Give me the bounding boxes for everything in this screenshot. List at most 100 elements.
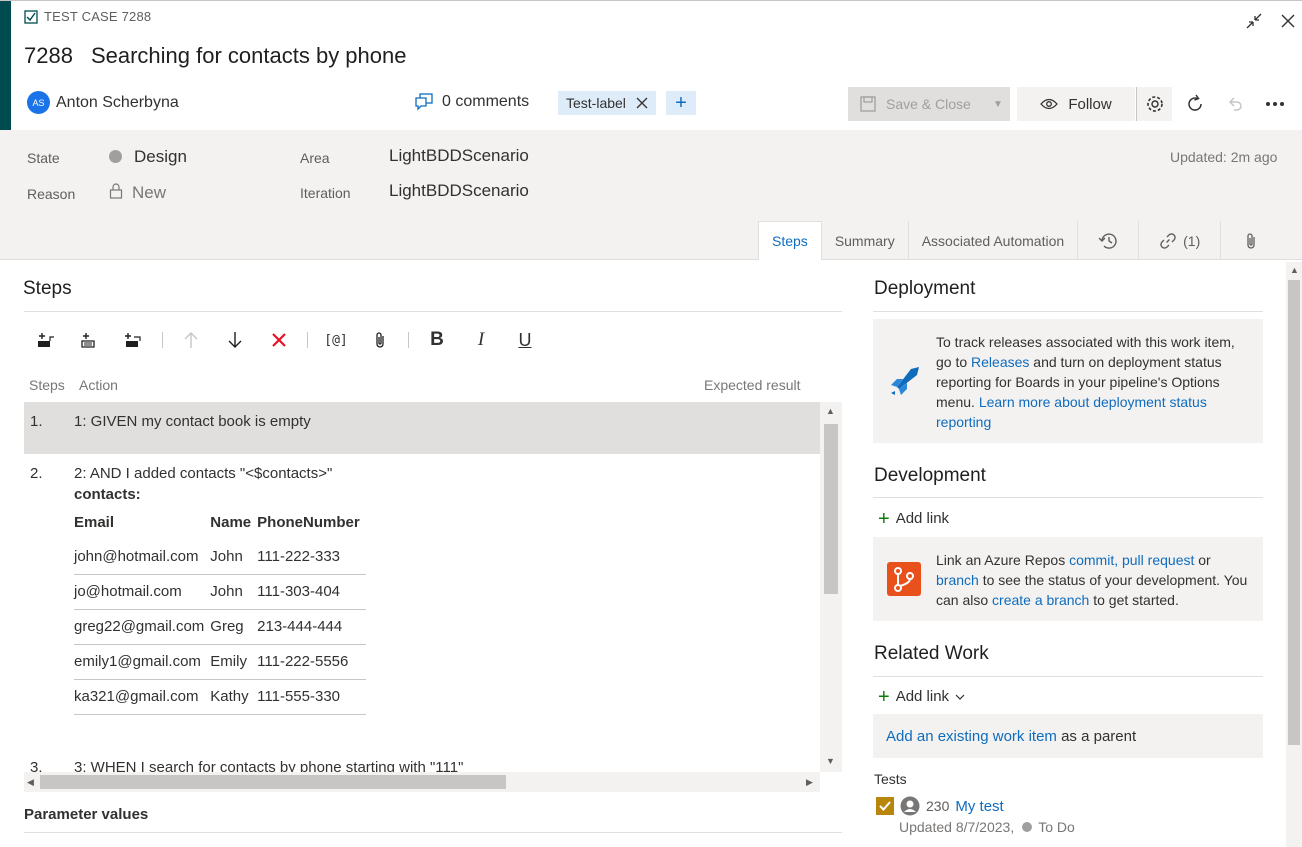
tab-links[interactable]: (1)	[1139, 221, 1222, 260]
scroll-left-icon[interactable]: ◀	[27, 777, 34, 788]
chevron-down-icon[interactable]: ▼	[986, 99, 1010, 110]
steps-grid: 1. 1: GIVEN my contact book is empty 2. …	[24, 402, 842, 792]
step-action[interactable]: 1: GIVEN my contact book is empty	[74, 413, 311, 430]
save-close-button[interactable]: Save & Close ▼	[848, 87, 1010, 121]
scroll-down-icon[interactable]: ▼	[826, 756, 835, 766]
chevron-down-icon	[955, 693, 965, 701]
related-test-item[interactable]: 230 My test	[876, 796, 1004, 816]
delete-step-icon[interactable]	[257, 325, 301, 355]
avatar: AS	[27, 91, 50, 114]
step-number: 1.	[30, 413, 43, 430]
table-cell: Emily	[210, 644, 258, 680]
create-branch-link[interactable]: create a branch	[992, 592, 1089, 608]
tab-history[interactable]	[1078, 221, 1140, 260]
follow-button[interactable]: Follow	[1017, 87, 1135, 121]
tests-label: Tests	[874, 771, 907, 787]
area-value[interactable]: LightBDDScenario	[389, 146, 529, 166]
commit-link[interactable]: commit,	[1069, 552, 1118, 568]
step-action[interactable]: 2: AND I added contacts "<$contacts>"	[74, 465, 332, 482]
add-link-label: Add link	[895, 510, 950, 527]
table-cell: john@hotmail.com	[74, 539, 211, 575]
more-options-icon[interactable]	[1260, 89, 1290, 119]
save-icon	[860, 96, 878, 112]
tab-associated-automation[interactable]: Associated Automation	[909, 221, 1079, 260]
iteration-label: Iteration	[300, 185, 351, 201]
tag-label: Test-label	[566, 95, 626, 111]
comments-link[interactable]: 0 comments	[414, 93, 529, 111]
branch-link[interactable]: branch	[936, 572, 979, 588]
add-tag-button[interactable]: +	[666, 91, 696, 115]
vertical-scrollbar[interactable]: ▲ ▼	[820, 402, 842, 772]
scroll-up-icon[interactable]: ▲	[1290, 265, 1299, 275]
state-dot-icon	[1022, 822, 1033, 832]
undo-icon[interactable]	[1220, 89, 1250, 119]
table-cell: 111-303-404	[257, 574, 366, 610]
refresh-icon[interactable]	[1180, 89, 1210, 119]
links-count: (1)	[1183, 232, 1201, 249]
scrollbar-thumb[interactable]	[40, 775, 506, 789]
tab-attachments[interactable]	[1221, 221, 1281, 260]
tag-chip[interactable]: Test-label	[558, 91, 656, 115]
reason-value: New	[132, 183, 167, 202]
work-item-id: 7288	[24, 43, 73, 68]
test-case-icon	[24, 9, 38, 24]
scroll-up-icon[interactable]: ▲	[826, 406, 835, 416]
underline-icon[interactable]: U	[503, 325, 547, 355]
close-icon[interactable]	[1276, 9, 1300, 33]
state-field[interactable]: Design	[109, 147, 187, 167]
assigned-to[interactable]: AS Anton Scherbyna	[27, 91, 179, 114]
insert-parameter-icon[interactable]: [@]	[314, 325, 358, 355]
parameter-values-title: Parameter values	[24, 806, 149, 823]
pull-request-link[interactable]: pull request	[1122, 552, 1194, 568]
releases-link[interactable]: Releases	[971, 354, 1029, 370]
scroll-right-icon[interactable]: ▶	[806, 777, 813, 788]
insert-shared-steps-icon[interactable]	[68, 325, 112, 355]
development-text: Link an Azure Repos commit, pull request…	[936, 550, 1256, 610]
horizontal-scrollbar[interactable]: ◀ ▶	[24, 772, 820, 792]
work-item-header: TEST CASE 7288 7288 Searching for contac…	[0, 0, 1302, 131]
col-steps-header: Steps	[29, 377, 65, 393]
add-development-link-button[interactable]: + Add link	[878, 509, 950, 529]
attachment-icon[interactable]	[358, 325, 402, 355]
move-up-icon[interactable]	[169, 325, 213, 355]
plus-icon: +	[675, 91, 687, 114]
insert-step-icon[interactable]	[24, 325, 68, 355]
scrollbar-thumb[interactable]	[1288, 280, 1300, 745]
eye-icon	[1040, 98, 1059, 110]
development-text-part: Link an Azure Repos	[936, 552, 1070, 568]
table-cell: 111-555-330	[257, 679, 366, 715]
remove-tag-icon[interactable]	[636, 97, 648, 109]
move-down-icon[interactable]	[213, 325, 257, 355]
step-number: 2.	[30, 465, 43, 482]
tab-steps[interactable]: Steps	[758, 221, 822, 260]
table-cell: John	[210, 574, 258, 610]
table-cell: greg22@gmail.com	[74, 609, 211, 645]
test-id: 230	[926, 798, 950, 814]
divider	[873, 497, 1263, 498]
development-text-part: to get started.	[1089, 592, 1179, 608]
gear-icon[interactable]	[1136, 87, 1172, 121]
param-header-phone: PhoneNumber	[257, 514, 360, 531]
title-row[interactable]: 7288 Searching for contacts by phone	[24, 43, 406, 69]
existing-work-item-text: Add an existing work item as a parent	[886, 728, 1136, 745]
table-row: ka321@gmail.com Kathy 111-555-330	[74, 679, 366, 715]
right-panel-scrollbar[interactable]: ▲	[1286, 262, 1302, 847]
tab-bar: Steps Summary Associated Automation (1)	[758, 221, 1281, 260]
bold-icon[interactable]: B	[415, 325, 459, 355]
updated-timestamp[interactable]: Updated: 2m ago	[1170, 149, 1277, 165]
add-related-link-button[interactable]: + Add link	[878, 687, 965, 707]
save-close-label: Save & Close	[886, 96, 971, 112]
tab-summary[interactable]: Summary	[822, 221, 909, 260]
related-work-title: Related Work	[874, 643, 989, 664]
test-link[interactable]: My test	[955, 798, 1003, 815]
steps-toolbar: [@] B I U	[24, 325, 547, 355]
work-item-title[interactable]: Searching for contacts by phone	[91, 43, 407, 69]
parameter-table-label: contacts:	[74, 486, 141, 503]
create-shared-steps-icon[interactable]	[112, 325, 156, 355]
scrollbar-thumb[interactable]	[824, 424, 838, 594]
italic-icon[interactable]: I	[459, 325, 503, 355]
iteration-value[interactable]: LightBDDScenario	[389, 181, 529, 201]
add-link-label: Add link	[895, 688, 950, 705]
collapse-icon[interactable]	[1242, 9, 1266, 33]
add-existing-work-item-link[interactable]: Add an existing work item	[886, 728, 1057, 745]
